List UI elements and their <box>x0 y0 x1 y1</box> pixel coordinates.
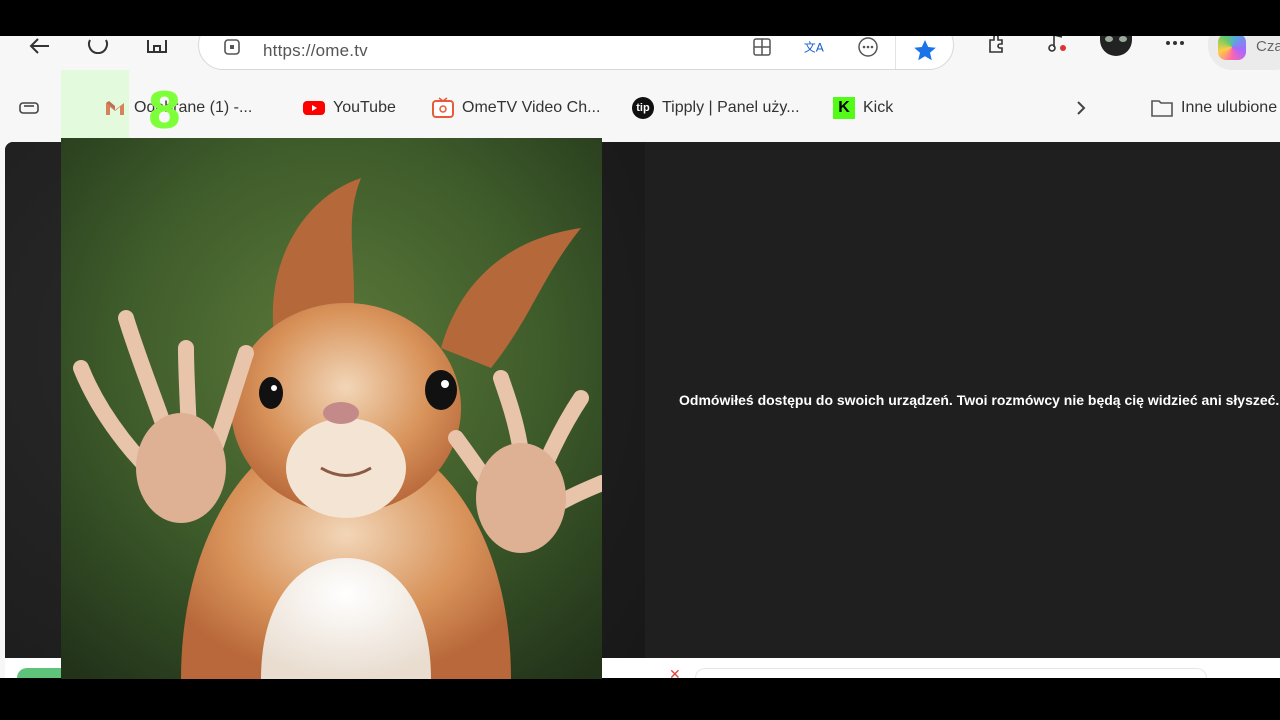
svg-text:文A: 文A <box>804 41 825 55</box>
copilot-label: Cza <box>1256 38 1280 55</box>
close-icon[interactable]: ✕ <box>669 666 681 678</box>
bookmark-tipply[interactable]: tip Tipply | Panel uży... <box>632 96 800 120</box>
translate-icon[interactable]: 文A <box>803 38 825 56</box>
navigation-bar: https://ome.tv 文A Cza <box>0 36 1280 84</box>
bookmarks-overflow-button[interactable] <box>1070 96 1092 120</box>
media-control-icon[interactable] <box>1042 36 1072 54</box>
star-icon <box>913 40 936 61</box>
bookmark-kick[interactable]: K Kick <box>833 96 893 120</box>
remote-video-pane: Odmówiłeś dostępu do swoich urządzeń. Tw… <box>645 142 1280 658</box>
more-tools-icon[interactable] <box>857 37 879 57</box>
home-icon <box>147 40 167 53</box>
bookmark-label: Kick <box>863 99 894 116</box>
bookmarks-bar: Odebrane (1) -... YouTube OmeTV Video Ch… <box>0 90 1280 126</box>
app-available-icon[interactable] <box>751 38 773 56</box>
chat-input[interactable] <box>695 668 1207 678</box>
tipply-icon: tip <box>632 97 654 119</box>
other-favorites-folder[interactable]: Inne ulubione <box>1151 96 1277 120</box>
profile-avatar[interactable] <box>1100 36 1132 56</box>
bookmark-label: YouTube <box>333 99 396 116</box>
bookmark-label: Tipply | Panel uży... <box>662 99 800 116</box>
bookmark-ometv[interactable]: OmeTV Video Ch... <box>432 96 600 120</box>
home-button[interactable] <box>139 36 175 56</box>
overlay-glow <box>61 70 129 138</box>
tab-actions-icon <box>18 97 40 119</box>
back-arrow-icon <box>29 38 49 54</box>
settings-more-icon[interactable] <box>1160 36 1190 54</box>
address-bar[interactable]: https://ome.tv 文A <box>198 36 954 70</box>
ometv-icon <box>432 97 454 119</box>
other-favorites-label: Inne ulubione <box>1181 99 1278 116</box>
site-info-icon[interactable] <box>221 38 243 56</box>
bookmark-label: OmeTV Video Ch... <box>462 99 601 116</box>
address-url[interactable]: https://ome.tv <box>263 41 368 61</box>
squirrel-photo <box>61 138 602 679</box>
kick-icon: K <box>833 97 855 119</box>
favorite-star-button[interactable] <box>895 36 953 69</box>
bookmark-youtube[interactable]: YouTube <box>303 96 396 120</box>
overlay-digit: 8 <box>147 82 182 140</box>
extensions-icon[interactable] <box>982 36 1012 54</box>
refresh-icon <box>88 39 108 54</box>
back-button[interactable] <box>22 36 58 56</box>
folder-icon <box>1151 97 1173 119</box>
refresh-button[interactable] <box>80 36 116 56</box>
tab-actions-button[interactable] <box>18 96 40 120</box>
permission-denied-message: Odmówiłeś dostępu do swoich urządzeń. Tw… <box>679 392 1280 408</box>
youtube-icon <box>303 97 325 119</box>
copilot-button[interactable]: Cza <box>1208 36 1280 70</box>
copilot-icon <box>1218 36 1246 60</box>
chevron-right-icon <box>1070 97 1092 119</box>
